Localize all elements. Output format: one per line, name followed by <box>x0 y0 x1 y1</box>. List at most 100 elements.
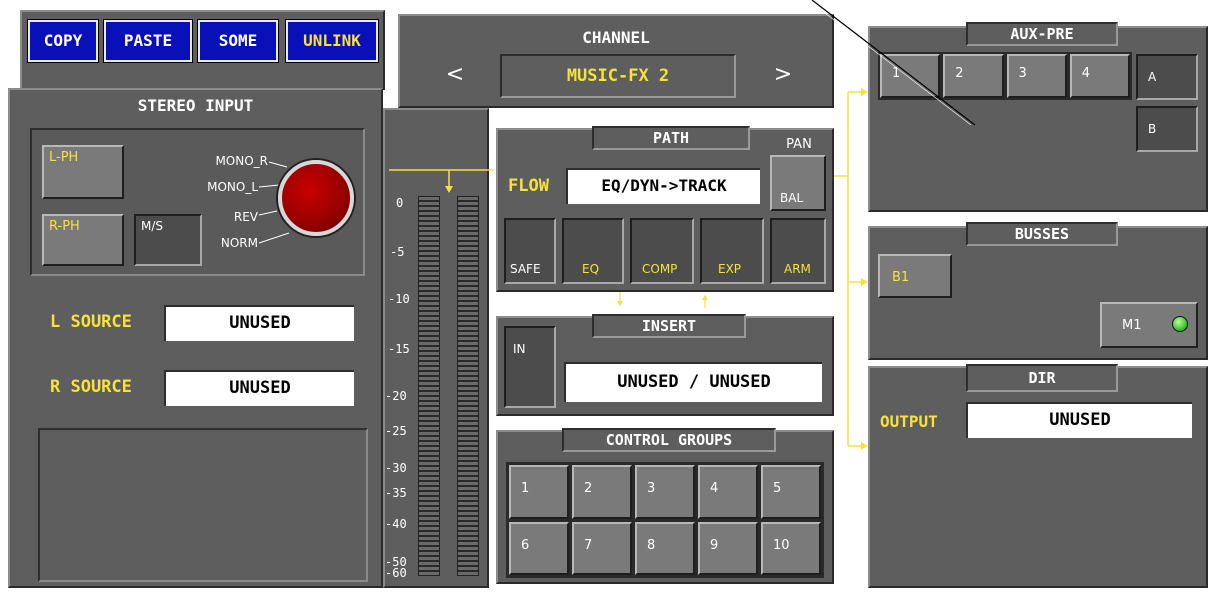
channel-next-button[interactable]: > <box>748 56 818 94</box>
aux-pre-3-label: 3 <box>1018 66 1027 81</box>
r-ph-button[interactable]: R-PH <box>42 214 124 266</box>
comp-button[interactable]: COMP <box>630 218 694 284</box>
control-group-7-button[interactable]: 7 <box>572 521 632 575</box>
l-source-field[interactable]: UNUSED <box>164 305 354 341</box>
control-group-8-label: 8 <box>647 537 656 553</box>
control-group-6-label: 6 <box>521 537 530 553</box>
source-select-knob[interactable] <box>278 160 354 236</box>
channel-title: CHANNEL <box>582 28 650 47</box>
pan-label: PAN <box>786 137 812 152</box>
aux-pre-4-button[interactable]: 4 <box>1069 54 1130 98</box>
control-group-4-label: 4 <box>710 481 719 496</box>
control-group-5-button[interactable]: 5 <box>761 465 821 519</box>
control-group-7-label: 7 <box>584 537 593 553</box>
aux-pre-2-label: 2 <box>955 66 964 81</box>
control-group-5-label: 5 <box>773 481 782 496</box>
meter-signal-arrow <box>389 169 494 193</box>
r-source-field[interactable]: UNUSED <box>164 370 354 406</box>
knob-label-mono-l: MONO_L <box>207 180 258 194</box>
aux-pre-a-label: A <box>1148 70 1157 84</box>
aux-pre-a-button[interactable]: A <box>1136 54 1198 100</box>
control-group-3-label: 3 <box>647 481 656 496</box>
insert-field[interactable]: UNUSED / UNUSED <box>564 362 822 402</box>
flow-field[interactable]: EQ/DYN->TRACK <box>566 168 760 204</box>
pan-bal-button[interactable]: BAL <box>770 155 826 211</box>
path-title: PATH <box>592 126 750 150</box>
dir-panel <box>868 366 1208 588</box>
control-group-4-button[interactable]: 4 <box>698 465 758 519</box>
output-field[interactable]: UNUSED <box>966 402 1192 438</box>
meter-scale-60: -60 <box>385 566 407 580</box>
bus-b1-label: B1 <box>892 270 910 285</box>
exp-label: EXP <box>718 262 742 276</box>
meter-scale-35: -35 <box>385 486 407 500</box>
m1-led-indicator <box>1172 316 1188 332</box>
bus-b1-button[interactable]: B1 <box>878 254 952 298</box>
control-group-8-button[interactable]: 8 <box>635 521 695 575</box>
eq-label: EQ <box>582 262 600 276</box>
aux-pre-1-label: 1 <box>892 66 901 81</box>
knob-label-rev: REV <box>233 210 258 224</box>
insert-in-button[interactable]: IN <box>504 326 556 408</box>
meter-scale-20: -20 <box>385 389 407 403</box>
knob-label-norm: NORM <box>220 236 258 250</box>
aux-pre-grid: 1 2 3 4 <box>878 52 1132 100</box>
insert-title: INSERT <box>592 314 746 338</box>
channel-prev-button[interactable]: < <box>420 56 490 94</box>
r-ph-label: R-PH <box>49 219 80 234</box>
dir-title: DIR <box>966 364 1118 392</box>
unlink-button[interactable]: UNLINK <box>285 19 379 63</box>
arm-label: ARM <box>784 262 811 276</box>
flow-label: FLOW <box>508 176 549 196</box>
control-groups-title: CONTROL GROUPS <box>562 428 776 452</box>
paste-button[interactable]: PASTE <box>103 19 193 63</box>
path-insert-arrows <box>617 292 708 308</box>
busses-title: BUSSES <box>966 222 1118 246</box>
control-group-2-label: 2 <box>584 481 593 496</box>
aux-pre-b-button[interactable]: B <box>1136 106 1198 152</box>
some-button[interactable]: SOME <box>197 19 279 63</box>
control-group-3-button[interactable]: 3 <box>635 465 695 519</box>
exp-button[interactable]: EXP <box>700 218 764 284</box>
safe-button[interactable]: SAFE <box>504 218 556 284</box>
aux-pre-4-label: 4 <box>1081 66 1091 81</box>
meter-scale-0: 0 <box>396 196 404 210</box>
control-group-9-button[interactable]: 9 <box>698 521 758 575</box>
meter-scale-25: -25 <box>385 424 407 438</box>
safe-label: SAFE <box>510 262 541 276</box>
meter-scale-5: -5 <box>390 245 405 259</box>
aux-pre-2-button[interactable]: 2 <box>943 54 1004 98</box>
control-group-10-label: 10 <box>773 537 790 553</box>
stereo-input-empty-box <box>38 428 368 582</box>
arm-button[interactable]: ARM <box>770 218 826 284</box>
control-group-1-label: 1 <box>521 481 530 496</box>
aux-pre-b-label: B <box>1148 122 1157 136</box>
r-source-label: R SOURCE <box>50 377 132 397</box>
l-ph-label: L-PH <box>49 150 79 165</box>
channel-name: MUSIC-FX 2 <box>500 54 736 98</box>
meter-scale-10: -10 <box>388 292 410 306</box>
meter-scale-30: -30 <box>385 461 407 475</box>
meter-left-bar <box>418 196 440 576</box>
insert-in-label: IN <box>513 342 526 356</box>
meter-right-bar <box>457 196 479 576</box>
control-group-2-button[interactable]: 2 <box>572 465 632 519</box>
control-group-9-label: 9 <box>710 537 719 553</box>
control-group-10-button[interactable]: 10 <box>761 521 821 575</box>
l-ph-button[interactable]: L-PH <box>42 145 124 199</box>
meter-scale-15: -15 <box>388 342 410 356</box>
l-source-label: L SOURCE <box>50 312 132 332</box>
control-group-1-button[interactable]: 1 <box>509 465 569 519</box>
aux-pre-3-button[interactable]: 3 <box>1006 54 1067 98</box>
copy-button[interactable]: COPY <box>27 19 99 63</box>
aux-pre-1-button[interactable]: 1 <box>880 54 941 98</box>
bal-label: BAL <box>780 191 804 205</box>
eq-button[interactable]: EQ <box>562 218 624 284</box>
meter-scale-40: -40 <box>385 517 407 531</box>
aux-pre-title: AUX-PRE <box>966 22 1118 46</box>
control-group-6-button[interactable]: 6 <box>509 521 569 575</box>
bus-m1-label: M1 <box>1122 318 1142 333</box>
output-label: OUTPUT <box>880 412 938 431</box>
stereo-input-title: STEREO INPUT <box>137 96 254 115</box>
control-groups-grid: 1 2 3 4 5 6 7 8 9 10 <box>506 462 824 578</box>
